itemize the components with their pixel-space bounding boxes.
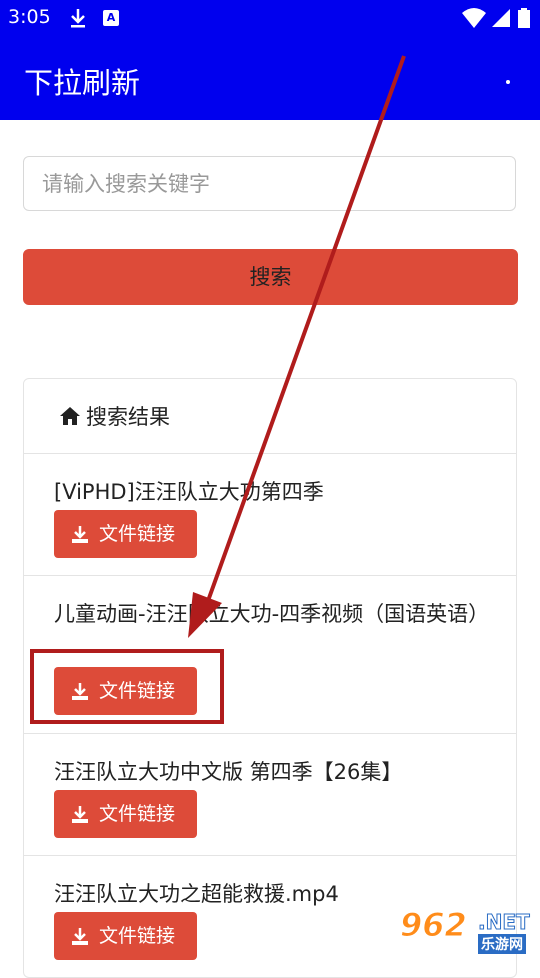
watermark-site: 乐游网 [478,934,526,954]
signal-icon [492,9,510,27]
battery-icon [518,8,530,28]
overflow-menu-icon[interactable] [506,80,510,84]
page-title: 下拉刷新 [24,66,141,100]
file-link-label: 文件链接 [99,523,176,545]
status-bar: 3:05 A [0,0,540,36]
file-link-button[interactable]: 文件链接 [54,912,197,960]
download-status-icon [71,9,85,28]
home-icon [60,407,80,425]
download-icon [72,806,88,823]
file-link-label: 文件链接 [99,925,176,947]
result-title: 汪汪队立大功中文版 第四季【26集】 [54,760,403,784]
accessibility-status-icon: A [103,10,119,26]
result-title: [ViPHD]汪汪队立大功第四季 [54,480,324,504]
result-title: 儿童动画-汪汪队立大功-四季视频（国语英语） [54,602,490,626]
app-bar: 下拉刷新 [0,36,540,120]
download-icon [72,928,88,945]
watermark-net: .NET [478,910,531,935]
download-icon [72,526,88,543]
file-link-button[interactable]: 文件链接 [54,510,197,558]
search-button[interactable]: 搜索 [23,249,518,305]
result-item: 汪汪队立大功中文版 第四季【26集】 文件链接 [24,734,516,856]
file-link-button[interactable]: 文件链接 [54,790,197,838]
status-time: 3:05 [8,6,51,28]
watermark-number: 962 [400,906,468,945]
file-link-label: 文件链接 [99,803,176,825]
results-title: 搜索结果 [86,405,170,429]
watermark-logo: 962 .NET 乐游网 [396,906,536,958]
result-item: [ViPHD]汪汪队立大功第四季 文件链接 [24,454,516,576]
wifi-icon [462,8,486,28]
results-header: 搜索结果 [24,379,516,454]
search-input[interactable] [23,156,516,211]
highlight-box [30,649,224,724]
